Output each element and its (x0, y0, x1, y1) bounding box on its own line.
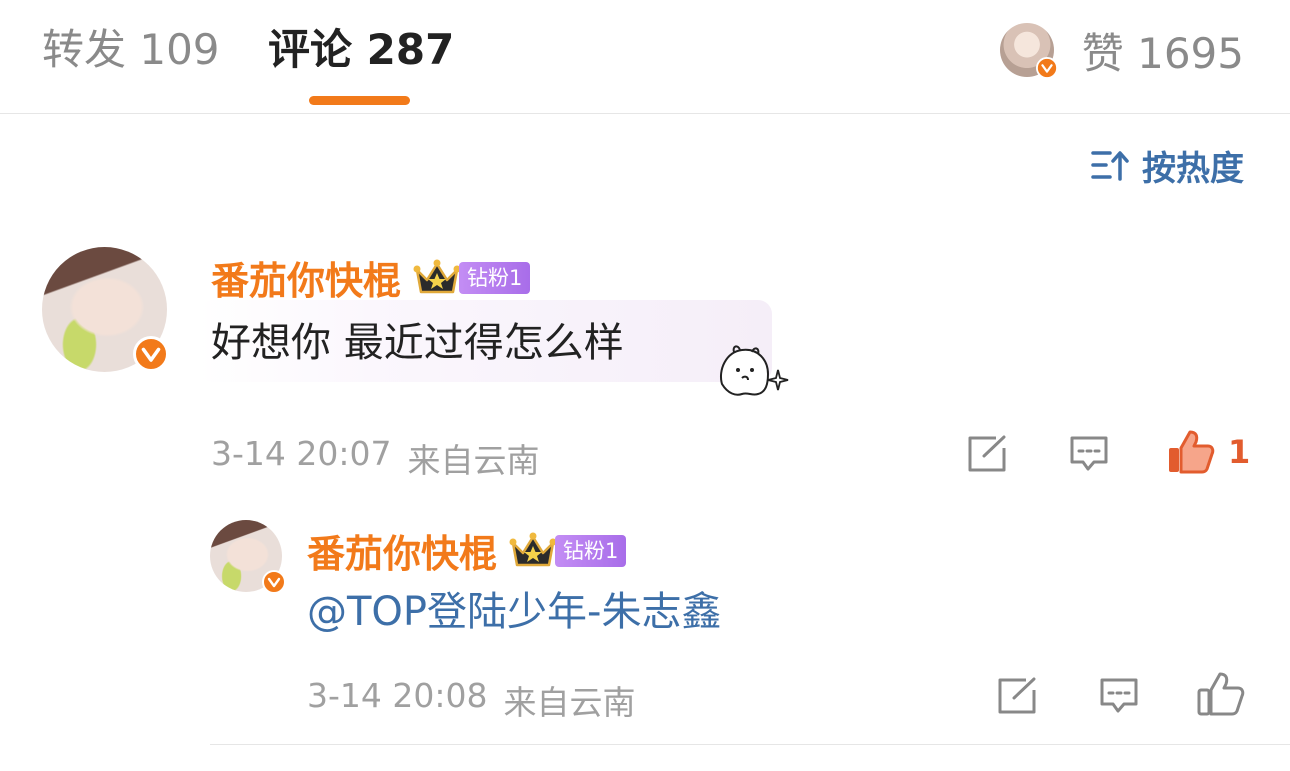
thumbs-up-icon (1197, 672, 1245, 716)
tab-comments[interactable]: 评论 287 (268, 22, 454, 78)
sort-button[interactable]: 按热度 (1090, 142, 1244, 189)
reply-button[interactable] (1098, 676, 1140, 716)
share-button[interactable] (996, 676, 1038, 716)
reply-header: 番茄你快棍 钻粉1 (307, 523, 627, 578)
crown-icon (509, 532, 557, 566)
reply-meta: 3-14 20:08 来自云南 (307, 676, 636, 724)
comment-time: 3-14 20:07 (211, 434, 392, 473)
comment-meta: 3-14 20:07 来自云南 (211, 434, 540, 482)
tab-bar: 转发 109 评论 287 赞 1695 (0, 0, 1290, 114)
divider (210, 744, 1290, 745)
active-tab-indicator (309, 96, 410, 105)
reply-mention-link[interactable]: @TOP登陆少年-朱志鑫 (307, 586, 721, 638)
comment-icon (1100, 678, 1138, 713)
sort-label: 按热度 (1142, 148, 1244, 189)
comment-text: 好想你 最近过得怎么样 (211, 320, 624, 366)
fan-badge: 钻粉1 (459, 261, 531, 294)
like-button[interactable]: 1 (1166, 428, 1250, 476)
replier-username[interactable]: 番茄你快棍 (307, 523, 497, 578)
share-icon (968, 435, 1006, 472)
verified-icon (133, 336, 169, 372)
verified-icon (1035, 57, 1058, 79)
like-button[interactable] (1196, 670, 1246, 718)
verified-icon (262, 570, 286, 594)
reply-location: 来自云南 (503, 683, 636, 722)
share-icon (998, 677, 1036, 714)
comment-header: 番茄你快棍 钻粉1 (211, 250, 531, 305)
likes-label: 赞 1695 (1081, 28, 1244, 78)
sort-hot-icon (1091, 151, 1129, 181)
crown-icon (413, 259, 461, 293)
comment-icon (1070, 436, 1108, 471)
replier-avatar[interactable] (210, 520, 286, 594)
commenter-avatar[interactable] (42, 247, 169, 372)
comment-location: 来自云南 (407, 441, 540, 480)
share-button[interactable] (966, 434, 1008, 474)
fan-badge: 钻粉1 (555, 534, 627, 567)
thumbs-up-icon (1169, 430, 1215, 474)
reply-time: 3-14 20:08 (307, 676, 488, 715)
tab-repost[interactable]: 转发 109 (42, 22, 220, 78)
ghost-sticker-icon (720, 345, 789, 396)
tab-likes[interactable]: 赞 1695 (999, 22, 1244, 79)
liker-avatar (999, 23, 1058, 79)
commenter-username[interactable]: 番茄你快棍 (211, 250, 401, 305)
reply-button[interactable] (1068, 434, 1110, 474)
like-count: 1 (1228, 433, 1251, 471)
